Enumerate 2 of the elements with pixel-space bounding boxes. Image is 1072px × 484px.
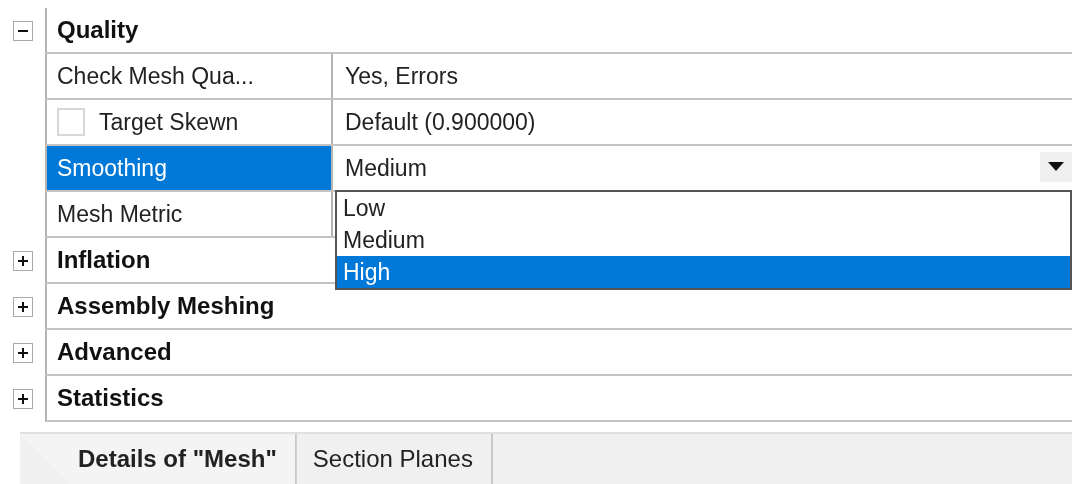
property-value: Default (0.900000) xyxy=(345,108,536,136)
property-value: Yes, Errors xyxy=(345,62,458,90)
